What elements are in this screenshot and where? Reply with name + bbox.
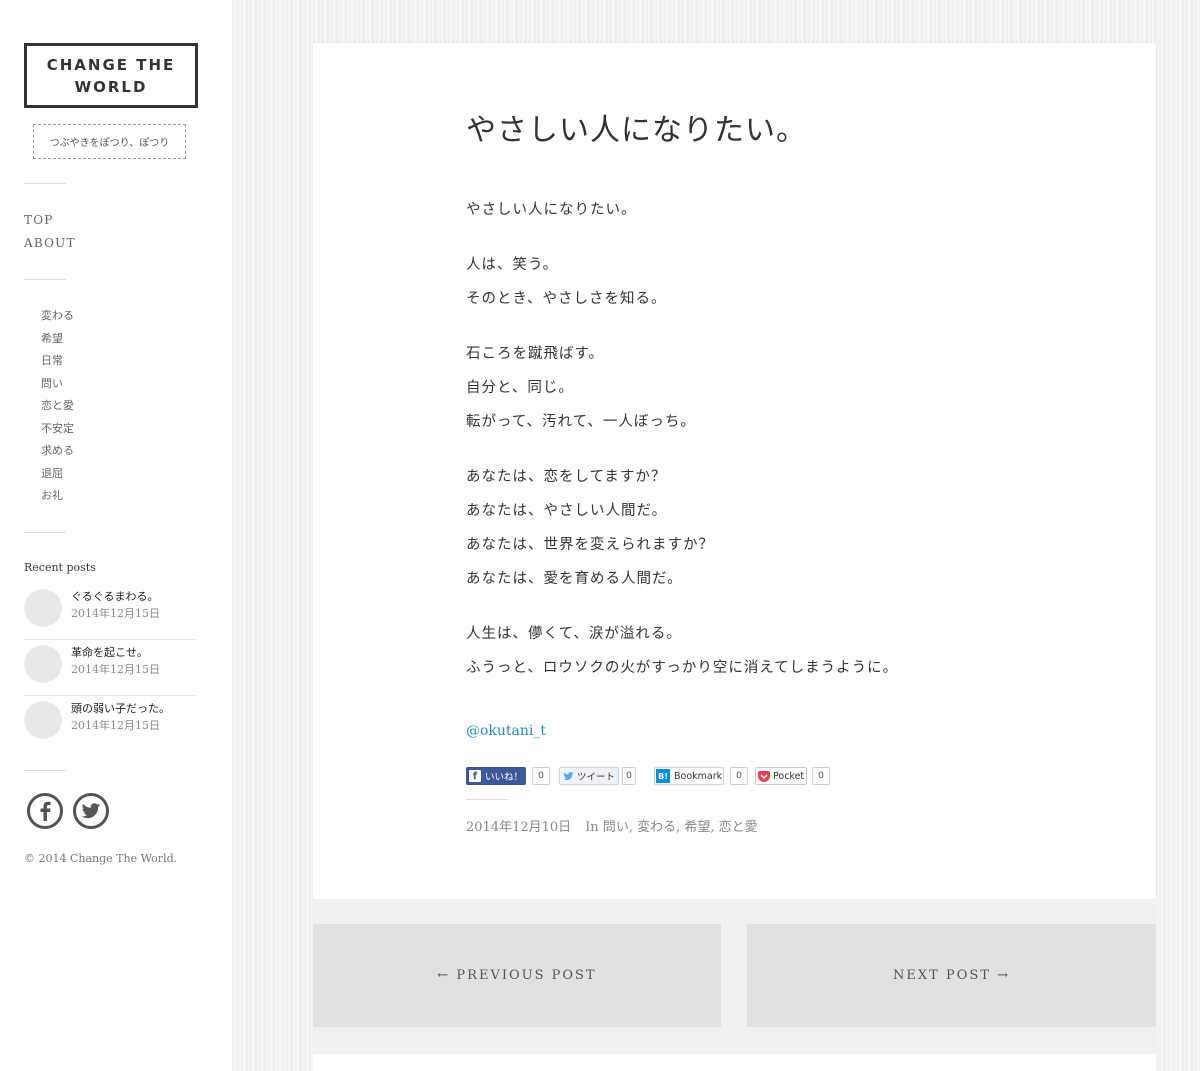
recent-post-item[interactable]: ぐるぐるまわる。 2014年12月15日 xyxy=(24,584,196,640)
recent-post-thumbnail[interactable] xyxy=(24,645,62,683)
post-line: そのとき、やさしさを知る。 xyxy=(466,291,667,307)
sidebar-divider xyxy=(24,279,66,280)
pocket-count: 0 xyxy=(812,767,830,785)
post-line: ふうっと、ロウソクの火がすっかり空に消えてしまうように。 xyxy=(466,660,899,676)
pocket-icon xyxy=(758,770,770,782)
post-body: やさしい人になりたい。 人は、笑う。 そのとき、やさしさを知る。 石ころを蹴飛ば… xyxy=(466,193,1066,706)
post-line: 人生は、儚くて、涙が溢れる。 xyxy=(466,626,682,642)
category-nav: 変わる 希望 日常 問い 恋と愛 不安定 求める 退屈 お礼 xyxy=(41,305,74,508)
next-section-edge xyxy=(313,1054,1156,1071)
recent-post-thumbnail[interactable] xyxy=(24,701,62,739)
post-line: あなたは、愛を育める人間だ。 xyxy=(466,571,683,587)
post-line: あなたは、恋をしてますか？ xyxy=(466,469,667,485)
category-link[interactable]: 不安定 xyxy=(41,418,74,441)
category-link[interactable]: 求める xyxy=(41,440,74,463)
category-link[interactable]: 日常 xyxy=(41,350,74,373)
post-line: やさしい人になりたい。 xyxy=(466,202,637,218)
main-nav: TOP ABOUT xyxy=(24,209,76,255)
post-stanza: やさしい人になりたい。 xyxy=(466,193,1066,227)
tweet-label: ツイート xyxy=(577,772,616,783)
twitter-icon[interactable] xyxy=(73,793,109,829)
facebook-like-count: 0 xyxy=(532,767,550,785)
sidebar-divider xyxy=(24,770,66,771)
pocket-button[interactable]: Pocket xyxy=(755,767,807,785)
tweet-count: 0 xyxy=(622,767,636,785)
sidebar-divider xyxy=(24,183,66,184)
facebook-like-label: いいね！ xyxy=(485,772,524,783)
post-article: やさしい人になりたい。 やさしい人になりたい。 人は、笑う。 そのとき、やさしさ… xyxy=(313,43,1156,899)
hatena-bookmark-count: 0 xyxy=(730,767,748,785)
recent-post-date: 2014年12月15日 xyxy=(71,719,160,732)
category-link[interactable]: 退屈 xyxy=(41,463,74,486)
nav-item-top[interactable]: TOP xyxy=(24,209,76,232)
twitter-bird-icon xyxy=(563,771,574,781)
recent-posts-heading: Recent posts xyxy=(24,561,96,574)
recent-post-date: 2014年12月15日 xyxy=(71,607,160,620)
post-stanza: 人生は、儚くて、涙が溢れる。 ふうっと、ロウソクの火がすっかり空に消えてしまうよ… xyxy=(466,617,1066,685)
facebook-icon[interactable] xyxy=(27,793,63,829)
category-link[interactable]: 問い xyxy=(41,373,74,396)
post-line: 転がって、汚れて、一人ぼっち。 xyxy=(466,414,696,430)
site-tagline: つぶやきをぽつり、ぽつり xyxy=(33,124,186,159)
category-link[interactable]: 変わる xyxy=(41,305,74,328)
hatena-b-icon: B! xyxy=(656,769,670,783)
facebook-like-button[interactable]: f いいね！ xyxy=(466,767,526,785)
hatena-bookmark-label: Bookmark xyxy=(674,770,723,782)
post-title: やさしい人になりたい。 xyxy=(466,113,807,148)
recent-post-date: 2014年12月15日 xyxy=(71,663,160,676)
post-date[interactable]: 2014年12月10日 xyxy=(466,820,571,835)
facebook-icon: f xyxy=(469,770,481,782)
recent-post-title[interactable]: 頭の弱い子だった。 xyxy=(71,700,170,716)
sidebar-divider xyxy=(24,532,66,533)
category-link[interactable]: お礼 xyxy=(41,485,74,508)
post-stanza: 人は、笑う。 そのとき、やさしさを知る。 xyxy=(466,248,1066,316)
copyright: © 2014 Change The World. xyxy=(24,852,178,865)
post-line: あなたは、やさしい人間だ。 xyxy=(466,503,668,519)
nav-item-about[interactable]: ABOUT xyxy=(24,232,76,255)
post-line: 人は、笑う。 xyxy=(466,257,559,273)
post-line: 石ころを蹴飛ばす。 xyxy=(466,346,605,362)
previous-post-button[interactable]: ← PREVIOUS POST xyxy=(313,924,721,1027)
post-categories[interactable]: 問い, 変わる, 希望, 恋と愛 xyxy=(603,820,758,835)
category-link[interactable]: 希望 xyxy=(41,328,74,351)
pocket-label: Pocket xyxy=(773,770,805,782)
meta-divider xyxy=(466,799,508,800)
recent-post-item[interactable]: 頭の弱い子だった。 2014年12月15日 xyxy=(24,696,196,752)
post-line: 自分と、同じ。 xyxy=(466,380,574,396)
recent-post-thumbnail[interactable] xyxy=(24,589,62,627)
post-stanza: あなたは、恋をしてますか？ あなたは、やさしい人間だ。 あなたは、世界を変えられ… xyxy=(466,460,1066,596)
author-twitter-link[interactable]: @okutani_t xyxy=(466,723,546,739)
category-link[interactable]: 恋と愛 xyxy=(41,395,74,418)
recent-post-title[interactable]: ぐるぐるまわる。 xyxy=(71,588,159,604)
categories-prefix: In xyxy=(585,820,599,835)
recent-post-item[interactable]: 革命を起こせ。 2014年12月15日 xyxy=(24,640,196,696)
tweet-button[interactable]: ツイート xyxy=(559,767,619,785)
next-post-button[interactable]: NEXT POST → xyxy=(747,924,1156,1027)
hatena-bookmark-button[interactable]: B! Bookmark xyxy=(654,767,724,785)
post-meta: 2014年12月10日 In 問い, 変わる, 希望, 恋と愛 xyxy=(466,816,758,835)
sidebar: CHANGE THE WORLD つぶやきをぽつり、ぽつり TOP ABOUT … xyxy=(0,0,232,1071)
site-logo[interactable]: CHANGE THE WORLD xyxy=(24,43,198,108)
post-line: あなたは、世界を変えられますか？ xyxy=(466,537,714,553)
post-stanza: 石ころを蹴飛ばす。 自分と、同じ。 転がって、汚れて、一人ぼっち。 xyxy=(466,337,1066,439)
recent-post-title[interactable]: 革命を起こせ。 xyxy=(71,644,148,660)
